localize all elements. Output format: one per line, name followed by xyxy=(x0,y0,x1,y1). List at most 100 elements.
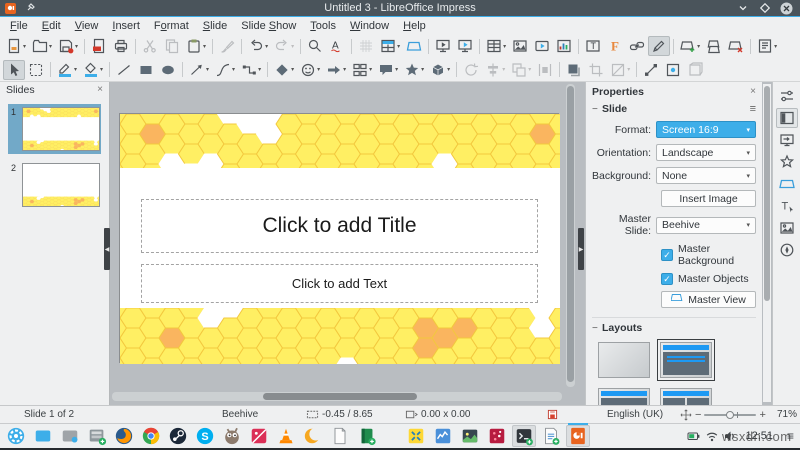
3d-objects-button[interactable]: ▾ xyxy=(427,60,453,80)
flowchart-shapes-button[interactable]: ▾ xyxy=(349,60,375,80)
block-arrows-button[interactable]: ▾ xyxy=(323,60,349,80)
paste-button[interactable]: ▾ xyxy=(183,36,209,56)
glue-points-button[interactable] xyxy=(662,60,684,80)
find-replace-button[interactable] xyxy=(304,36,326,56)
slide-section-menu-icon[interactable]: ≡ xyxy=(750,103,756,115)
slide-properties-button[interactable]: ▾ xyxy=(754,36,780,56)
taskbar-media-player[interactable] xyxy=(485,425,509,447)
layout-title-two-content[interactable] xyxy=(660,388,712,405)
insert-table-button[interactable]: ▾ xyxy=(483,36,509,56)
star-shapes-button[interactable]: ▾ xyxy=(401,60,427,80)
crop-image-button[interactable] xyxy=(585,60,607,80)
close-button[interactable] xyxy=(780,2,793,15)
clone-formatting-button[interactable] xyxy=(216,36,238,56)
select-button[interactable] xyxy=(3,59,25,80)
master-background-checkbox[interactable]: ✓ xyxy=(661,249,673,261)
save-button[interactable]: ▾ xyxy=(55,36,81,56)
to-3d-button[interactable] xyxy=(684,60,706,80)
menu-slide-show[interactable]: Slide Show xyxy=(234,18,303,34)
title-placeholder[interactable]: Click to add Title xyxy=(141,199,538,253)
layout-title-slide[interactable] xyxy=(657,339,715,381)
menu-window[interactable]: Window xyxy=(343,18,396,34)
tab-gallery[interactable] xyxy=(776,218,798,238)
taskbar-virtual-desktop-1[interactable] xyxy=(31,425,55,447)
slide-thumbnail-image[interactable] xyxy=(22,163,100,207)
slide-canvas[interactable]: Click to add Title Click to add Text xyxy=(119,113,560,364)
master-objects-checkbox[interactable]: ✓ xyxy=(661,273,673,285)
maximize-button[interactable] xyxy=(758,2,771,15)
background-dropdown[interactable]: None ▾ xyxy=(656,167,756,184)
start-from-first-slide-button[interactable] xyxy=(432,36,454,56)
redo-button[interactable]: ▾ xyxy=(271,36,297,56)
line-color-button[interactable]: ▾ xyxy=(54,60,80,80)
menu-file[interactable]: File xyxy=(3,18,35,34)
display-views-button[interactable]: ▾ xyxy=(377,36,403,56)
menu-slide[interactable]: Slide xyxy=(196,18,234,34)
tray-battery-icon[interactable] xyxy=(687,429,701,443)
taskbar-krita[interactable] xyxy=(247,425,271,447)
taskbar-system-monitor[interactable] xyxy=(431,425,455,447)
zoom-in-icon[interactable]: + xyxy=(759,409,765,421)
unsaved-changes-icon[interactable] xyxy=(547,406,558,423)
fill-color-button[interactable]: ▾ xyxy=(80,60,106,80)
layouts-section-collapse-icon[interactable]: − xyxy=(592,323,602,334)
insert-line-button[interactable] xyxy=(113,60,135,80)
basic-shapes-button[interactable]: ▾ xyxy=(271,60,297,80)
callout-shapes-button[interactable]: ▾ xyxy=(375,60,401,80)
shadow-button[interactable] xyxy=(563,60,585,80)
slide-thumbnail-2[interactable]: 2 xyxy=(8,160,101,210)
taskbar-steam[interactable] xyxy=(166,425,190,447)
orientation-dropdown[interactable]: Landscape ▾ xyxy=(656,144,756,161)
menu-format[interactable]: Format xyxy=(147,18,196,34)
taskbar-writer-document[interactable] xyxy=(539,425,563,447)
zoom-slider-knob[interactable] xyxy=(726,410,735,419)
tab-properties[interactable] xyxy=(775,108,798,128)
taskbar-vlc[interactable] xyxy=(274,425,298,447)
master-slide-mode-button[interactable] xyxy=(403,36,425,56)
layout-title-content[interactable] xyxy=(598,388,650,405)
insert-hyperlink-button[interactable] xyxy=(626,36,648,56)
show-draw-functions-button[interactable] xyxy=(648,36,671,56)
taskbar-text-document[interactable] xyxy=(328,425,352,447)
menu-help[interactable]: Help xyxy=(396,18,433,34)
horizontal-scrollbar[interactable] xyxy=(112,392,562,401)
tab-master-slides[interactable] xyxy=(776,174,798,194)
delete-slide-button[interactable] xyxy=(725,36,747,56)
taskbar-app-launcher[interactable] xyxy=(4,425,28,447)
menu-view[interactable]: View xyxy=(68,18,106,34)
zoom-out-icon[interactable]: − xyxy=(695,409,701,421)
spelling-button[interactable]: A xyxy=(326,36,348,56)
taskbar-terminal[interactable] xyxy=(512,425,536,447)
slides-panel-collapse-handle[interactable]: ◀ xyxy=(104,228,110,270)
properties-close-icon[interactable]: × xyxy=(750,86,756,97)
minimize-button[interactable] xyxy=(736,2,749,15)
ellipse-button[interactable] xyxy=(157,60,179,80)
slide-thumbnail-1[interactable]: 1 xyxy=(8,104,101,154)
pin-icon[interactable] xyxy=(26,0,36,17)
insert-chart-button[interactable] xyxy=(553,36,575,56)
open-button[interactable]: ▾ xyxy=(29,36,55,56)
slides-panel-close-icon[interactable]: × xyxy=(97,85,103,95)
duplicate-slide-button[interactable] xyxy=(703,36,725,56)
insert-textbox-button[interactable]: T xyxy=(582,36,604,56)
zoom-slider[interactable]: − + xyxy=(695,406,766,423)
taskbar-gimp[interactable] xyxy=(220,425,244,447)
master-slide-dropdown[interactable]: Beehive ▾ xyxy=(656,216,756,234)
properties-scrollbar[interactable] xyxy=(763,84,771,402)
menu-insert[interactable]: Insert xyxy=(105,18,147,34)
language-status[interactable]: English (UK) xyxy=(607,406,663,423)
menu-edit[interactable]: Edit xyxy=(35,18,68,34)
connectors-button[interactable]: ▾ xyxy=(238,60,264,80)
print-button[interactable] xyxy=(110,36,132,56)
menu-tools[interactable]: Tools xyxy=(303,18,343,34)
taskbar-screen-tool[interactable] xyxy=(404,425,428,447)
taskbar-crescent-app[interactable] xyxy=(301,425,325,447)
taskbar-notes-book[interactable] xyxy=(355,425,379,447)
tray-wifi-icon[interactable] xyxy=(705,429,719,443)
arrange-button[interactable]: ▾ xyxy=(508,60,534,80)
insert-media-button[interactable] xyxy=(531,36,553,56)
copy-button[interactable] xyxy=(161,36,183,56)
zoom-percent[interactable]: 71% xyxy=(777,406,797,423)
master-slide-status[interactable]: Beehive xyxy=(222,406,258,423)
sidebar-collapse-handle[interactable]: ▶ xyxy=(578,228,584,270)
